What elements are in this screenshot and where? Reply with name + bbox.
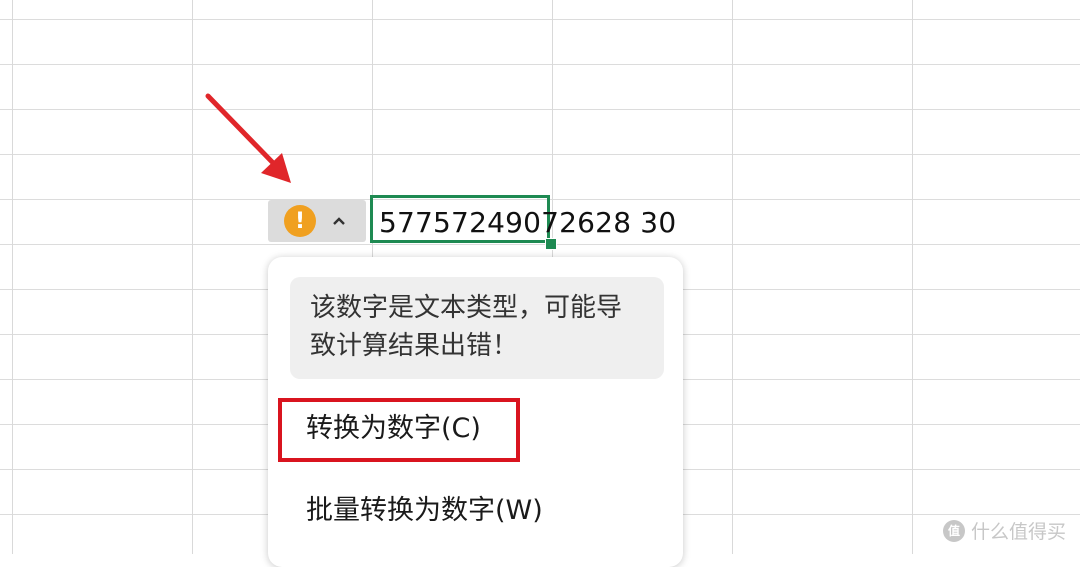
annotation-highlight-box bbox=[278, 398, 520, 462]
cell-value[interactable]: 57757249072628 30 bbox=[379, 205, 676, 241]
warning-message: 该数字是文本类型，可能导致计算结果出错！ bbox=[290, 277, 664, 379]
warning-icon: ! bbox=[284, 205, 316, 237]
watermark-logo-icon: 值 bbox=[942, 519, 965, 542]
chevron-up-icon bbox=[330, 212, 348, 230]
annotation-arrow-icon bbox=[205, 93, 291, 183]
batch-convert-to-number-option[interactable]: 批量转换为数字(W) bbox=[306, 491, 543, 531]
watermark: 值 什么值得买 bbox=[942, 517, 1066, 544]
error-check-button[interactable]: ! bbox=[268, 200, 366, 242]
watermark-text: 什么值得买 bbox=[970, 521, 1066, 543]
